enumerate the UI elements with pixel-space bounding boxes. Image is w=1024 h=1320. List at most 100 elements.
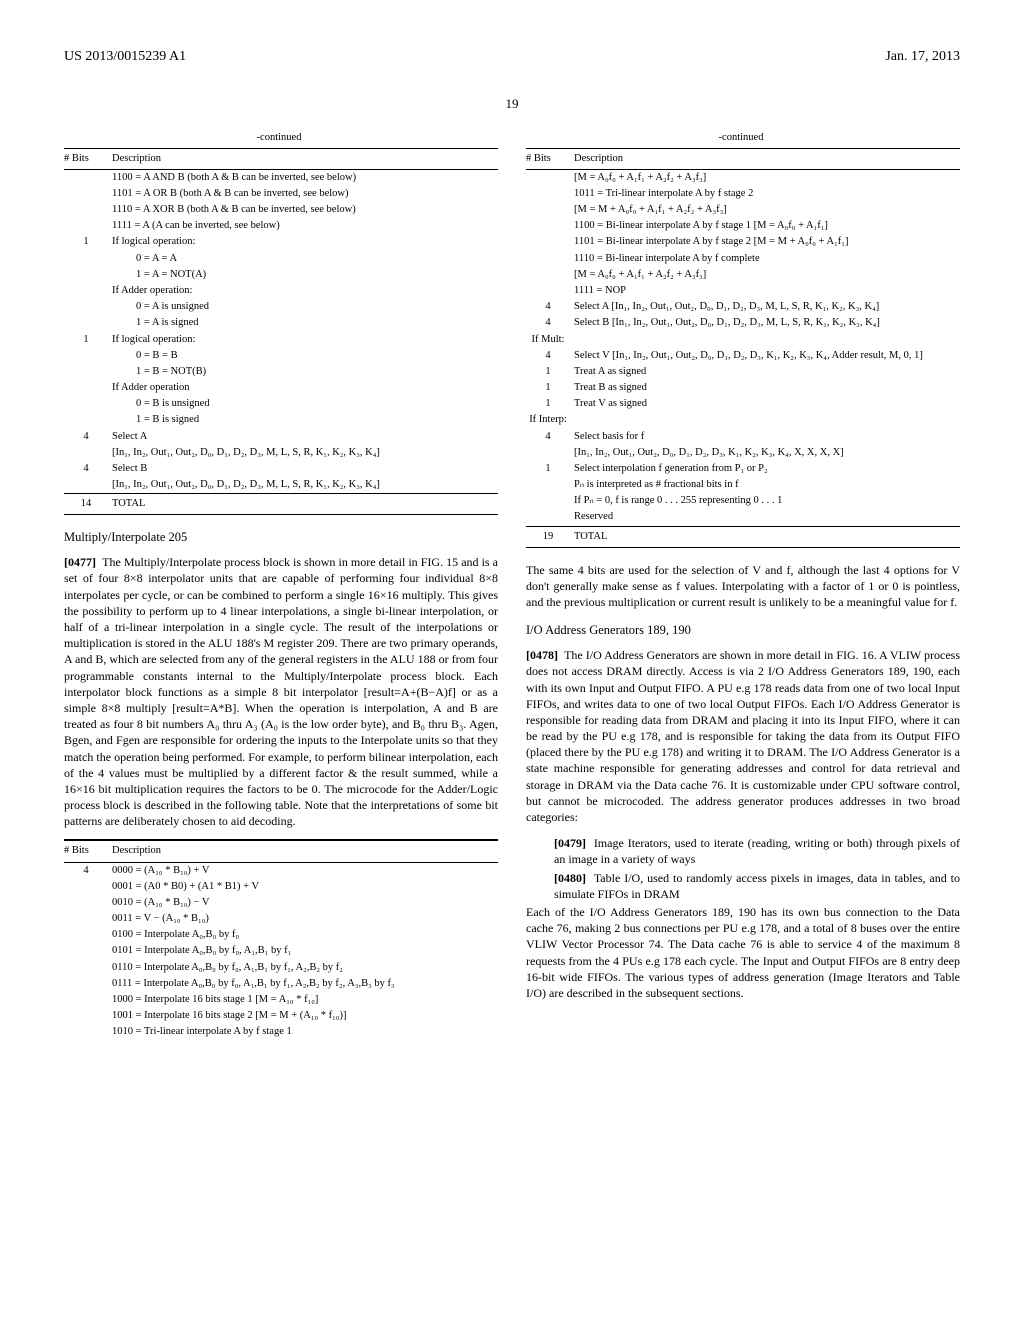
cell-desc: 1111 = NOP <box>574 283 960 299</box>
cell-desc: 0101 = Interpolate A₀,B₀ by f₀, A₁,B₁ by… <box>112 943 498 959</box>
cell-desc: 1001 = Interpolate 16 bits stage 2 [M = … <box>112 1008 498 1024</box>
cell-desc: Select A [In₁, In₂, Out₁, Out₂, D₀, D₁, … <box>574 299 960 315</box>
section-heading-multiply: Multiply/Interpolate 205 <box>64 529 498 546</box>
cell-bits: 4 <box>64 461 112 477</box>
table-row: 0 = B = B <box>64 348 498 364</box>
page-header: US 2013/0015239 A1 Jan. 17, 2013 <box>64 48 960 67</box>
col-bits-header: # Bits <box>64 841 112 862</box>
cell-bits <box>64 267 112 283</box>
table-row: If Adder operation <box>64 380 498 396</box>
table-row: 0100 = Interpolate A₀,B₀ by f₀ <box>64 927 498 943</box>
table-row: 1011 = Tri-linear interpolate A by f sta… <box>526 186 960 202</box>
cell-desc: 0 = B is unsigned <box>112 396 498 412</box>
cell-bits <box>64 202 112 218</box>
cell-bits <box>64 1024 112 1040</box>
table-3: -continued # Bits Description [M = A₀f₀ … <box>526 130 960 547</box>
table-row: 1111 = NOP <box>526 283 960 299</box>
table-row: 0001 = (A0 * B0) + (A1 * B1) + V <box>64 879 498 895</box>
table-row: 4Select A [In₁, In₂, Out₁, Out₂, D₀, D₁,… <box>526 299 960 315</box>
table-row: 1Select interpolation f generation from … <box>526 461 960 477</box>
cell-bits <box>64 992 112 1008</box>
cell-bits <box>64 348 112 364</box>
cell-desc: Select interpolation f generation from P… <box>574 461 960 477</box>
columns: -continued # Bits Description 1100 = A A… <box>64 130 960 1054</box>
table-1-body: 1100 = A AND B (both A & B can be invert… <box>64 169 498 493</box>
cell-desc: If Adder operation: <box>112 283 498 299</box>
cell-bits <box>64 879 112 895</box>
table-row: 1110 = A XOR B (both A & B can be invert… <box>64 202 498 218</box>
table-row: If Interp: <box>526 412 960 428</box>
cell-desc: 1 = A = NOT(A) <box>112 267 498 283</box>
cell-bits <box>64 299 112 315</box>
cell-bits <box>526 477 574 493</box>
cell-bits <box>64 364 112 380</box>
cell-desc: If logical operation: <box>112 234 498 250</box>
page-number: 19 <box>64 95 960 113</box>
cell-desc: 0010 = (A₁₀ * B₁₀) − V <box>112 895 498 911</box>
table-row: Pₙ is interpreted as # fractional bits i… <box>526 477 960 493</box>
cell-bits <box>526 445 574 461</box>
cell-desc: If logical operation: <box>112 332 498 348</box>
table-row: 4Select B [In₁, In₂, Out₁, Out₂, D₀, D₁,… <box>526 315 960 331</box>
continued-label: -continued <box>64 130 498 148</box>
cell-desc: 0 = A = A <box>112 251 498 267</box>
cell-desc: [M = A₀f₀ + A₁f₁ + A₂f₂ + A₃f₃] <box>574 267 960 283</box>
cell-desc: Select basis for f <box>574 429 960 445</box>
cell-desc: 1 = B is signed <box>112 412 498 428</box>
col-desc-header: Description <box>574 148 960 169</box>
cell-bits: 1 <box>64 234 112 250</box>
table-row: 1 = A = NOT(A) <box>64 267 498 283</box>
cell-desc: Treat B as signed <box>574 380 960 396</box>
cell-desc: Pₙ is interpreted as # fractional bits i… <box>574 477 960 493</box>
cell-desc: [In₁, In₂, Out₁, Out₂, D₀, D₁, D₂, D₃, M… <box>112 477 498 494</box>
cell-bits: If Mult: <box>526 332 574 348</box>
cell-bits <box>64 976 112 992</box>
paragraph-io-tail: Each of the I/O Address Generators 189, … <box>526 904 960 1001</box>
cell-bits: 4 <box>64 429 112 445</box>
cell-desc: [M = M + A₀f₀ + A₁f₁ + A₂f₂ + A₃f₃] <box>574 202 960 218</box>
table-row: [M = A₀f₀ + A₁f₁ + A₂f₂ + A₃f₃] <box>526 267 960 283</box>
table-row: 1110 = Bi-linear interpolate A by f comp… <box>526 251 960 267</box>
cell-bits <box>526 202 574 218</box>
paragraph-vf-note: The same 4 bits are used for the selecti… <box>526 562 960 611</box>
pub-number: US 2013/0015239 A1 <box>64 48 186 67</box>
cell-desc: If Pₙ = 0, f is range 0 . . . 255 repres… <box>574 493 960 509</box>
cell-bits <box>64 251 112 267</box>
cell-desc: 1100 = Bi-linear interpolate A by f stag… <box>574 218 960 234</box>
table-2: # Bits Description 40000 = (A₁₀ * B₁₀) +… <box>64 839 498 1040</box>
cell-bits <box>526 169 574 186</box>
cell-desc: 1000 = Interpolate 16 bits stage 1 [M = … <box>112 992 498 1008</box>
table-row: 0111 = Interpolate A₀,B₀ by f₀, A₁,B₁ by… <box>64 976 498 992</box>
table-row: [M = M + A₀f₀ + A₁f₁ + A₂f₂ + A₃f₃] <box>526 202 960 218</box>
cell-bits <box>64 315 112 331</box>
cell-bits: 1 <box>526 461 574 477</box>
cell-desc: 0 = A is unsigned <box>112 299 498 315</box>
cell-bits: 1 <box>526 380 574 396</box>
table-row: 1 = B is signed <box>64 412 498 428</box>
cell-bits <box>64 396 112 412</box>
col-desc-header: Description <box>112 148 498 169</box>
cell-bits <box>64 186 112 202</box>
list-item-0479: [0479] Image Iterators, used to iterate … <box>526 835 960 867</box>
table-row: 1000 = Interpolate 16 bits stage 1 [M = … <box>64 992 498 1008</box>
cell-bits <box>64 943 112 959</box>
table-3-body: [M = A₀f₀ + A₁f₁ + A₂f₂ + A₃f₃] 1011 = Tr… <box>526 169 960 526</box>
cell-bits: 4 <box>526 348 574 364</box>
para-text: The I/O Address Generators are shown in … <box>526 648 960 824</box>
cell-desc: 1 = B = NOT(B) <box>112 364 498 380</box>
cell-desc: 0011 = V − (A₁₀ * B₁₀) <box>112 911 498 927</box>
table-row: 1101 = A OR B (both A & B can be inverte… <box>64 186 498 202</box>
table-row: 1Treat V as signed <box>526 396 960 412</box>
cell-bits <box>526 251 574 267</box>
table-row: [In₁, In₂, Out₁, Out₂, D₀, D₁, D₂, D₃, M… <box>64 477 498 494</box>
table-row: 1Treat A as signed <box>526 364 960 380</box>
table-row: 1If logical operation: <box>64 332 498 348</box>
cell-bits <box>64 911 112 927</box>
para-num: [0477] <box>64 555 96 569</box>
left-column: -continued # Bits Description 1100 = A A… <box>64 130 498 1054</box>
cell-bits <box>526 493 574 509</box>
paragraph-0478: [0478] The I/O Address Generators are sh… <box>526 647 960 825</box>
cell-desc: 0111 = Interpolate A₀,B₀ by f₀, A₁,B₁ by… <box>112 976 498 992</box>
cell-desc: Select B [In₁, In₂, Out₁, Out₂, D₀, D₁, … <box>574 315 960 331</box>
list-text: Table I/O, used to randomly access pixel… <box>554 871 960 901</box>
